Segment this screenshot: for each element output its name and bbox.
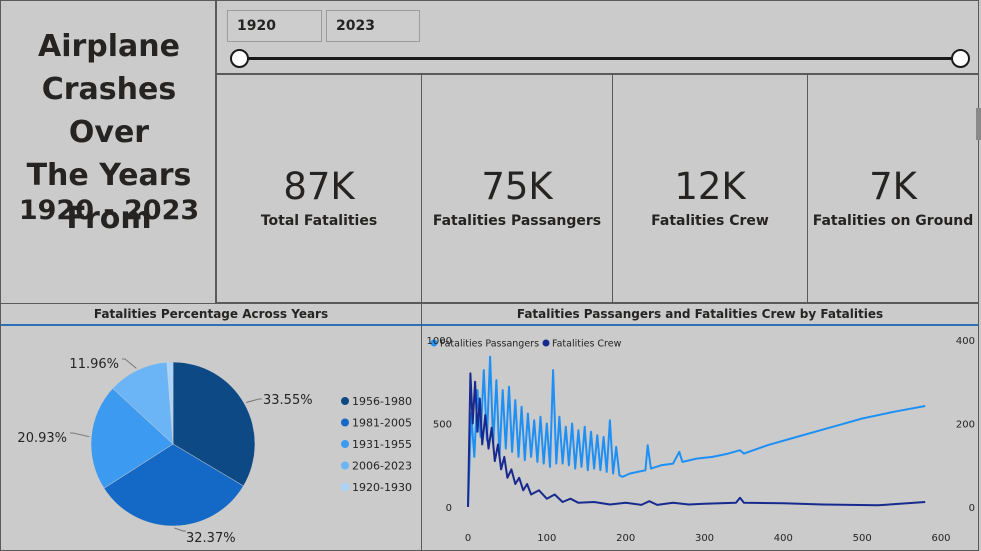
pie-leader-line — [245, 398, 262, 403]
slider-end-handle[interactable] — [951, 49, 970, 68]
pie-chart-title: Fatalities Percentage Across Years — [1, 304, 421, 326]
slider-track[interactable] — [239, 57, 963, 60]
slider-start-handle[interactable] — [230, 49, 249, 68]
x-tick-label: 100 — [537, 533, 556, 544]
x-tick-label: 300 — [695, 533, 714, 544]
legend-label: 1931-1955 — [352, 438, 412, 451]
kpi-card-fatalities-ground: 7K Fatalities on Ground — [807, 74, 979, 303]
kpi-card-fatalities-crew: 12K Fatalities Crew — [612, 74, 808, 303]
y-left-tick-label: 1000 — [427, 336, 452, 347]
kpi-label: Fatalities on Ground — [812, 213, 974, 229]
x-tick-label: 200 — [616, 533, 635, 544]
x-tick-label: 500 — [853, 533, 872, 544]
end-year-input[interactable]: 2023 — [326, 10, 420, 42]
kpi-value: 75K — [481, 165, 553, 208]
y-right-tick-label: 0 — [969, 503, 975, 514]
legend-label: 1981-2005 — [352, 417, 412, 430]
pie-data-label: 32.37% — [186, 531, 236, 546]
kpi-label: Fatalities Passangers — [432, 213, 602, 229]
line-chart-panel: Fatalities Passangers and Fatalities Cre… — [421, 303, 979, 551]
title-card: Airplane Crashes Over The Years From 192… — [0, 0, 216, 304]
pie-chart[interactable]: 33.55% 32.37% 20.93% 11.96% 1956-1980 1981-20… — [1, 326, 421, 550]
legend-label: Fatalities Crew — [552, 339, 622, 350]
legend-marker — [542, 339, 550, 347]
pie-leader-line — [122, 358, 137, 369]
kpi-value: 87K — [283, 165, 355, 208]
pie-data-label: 11.96% — [69, 357, 119, 372]
x-tick-label: 0 — [465, 533, 471, 544]
legend-marker — [341, 440, 349, 448]
legend-marker — [341, 397, 349, 405]
pie-data-label: 33.55% — [263, 393, 313, 408]
legend-marker — [341, 418, 349, 427]
scrollbar[interactable] — [976, 108, 981, 140]
title-line: Airplane — [37, 29, 180, 64]
y-left-tick-label: 0 — [446, 503, 452, 514]
kpi-label: Total Fatalities — [260, 213, 378, 229]
kpi-card-total-fatalities: 87K Total Fatalities — [216, 74, 422, 303]
legend-label: 2006-2023 — [352, 460, 412, 473]
y-right-tick-label: 200 — [956, 420, 975, 431]
pie-data-label: 20.93% — [17, 431, 67, 446]
start-year-input[interactable]: 1920 — [227, 10, 322, 42]
line-chart-title: Fatalities Passangers and Fatalities Cre… — [422, 304, 978, 326]
x-tick-label: 600 — [931, 533, 950, 544]
legend-marker — [341, 483, 349, 491]
pie-leader-line — [174, 527, 186, 532]
legend-label: Fatalities Passangers — [440, 339, 539, 350]
pie-leader-line — [70, 432, 90, 438]
legend-label: 1920-1930 — [352, 481, 412, 494]
pie-chart-panel: Fatalities Percentage Across Years 33.55… — [0, 303, 422, 551]
kpi-value: 7K — [869, 165, 917, 208]
year-range-slicer: 1920 2023 — [216, 0, 979, 74]
title-line: Crashes Over — [41, 72, 177, 150]
line-chart[interactable]: Fatalities Passangers Fatalities Crew 0 500… — [422, 326, 978, 550]
title-line: The Years — [26, 158, 192, 193]
y-right-tick-label: 400 — [956, 336, 975, 347]
title-year-range: 1920 - 2023 — [18, 195, 200, 226]
legend-label: 1956-1980 — [352, 395, 412, 408]
kpi-card-fatalities-passengers: 75K Fatalities Passangers — [421, 74, 613, 303]
series-line-fatalities-passangers — [467, 355, 926, 508]
y-left-tick-label: 500 — [433, 420, 452, 431]
kpi-value: 12K — [674, 165, 746, 208]
x-tick-label: 400 — [774, 533, 793, 544]
kpi-label: Fatalities Crew — [651, 213, 769, 229]
legend-marker — [341, 461, 349, 470]
